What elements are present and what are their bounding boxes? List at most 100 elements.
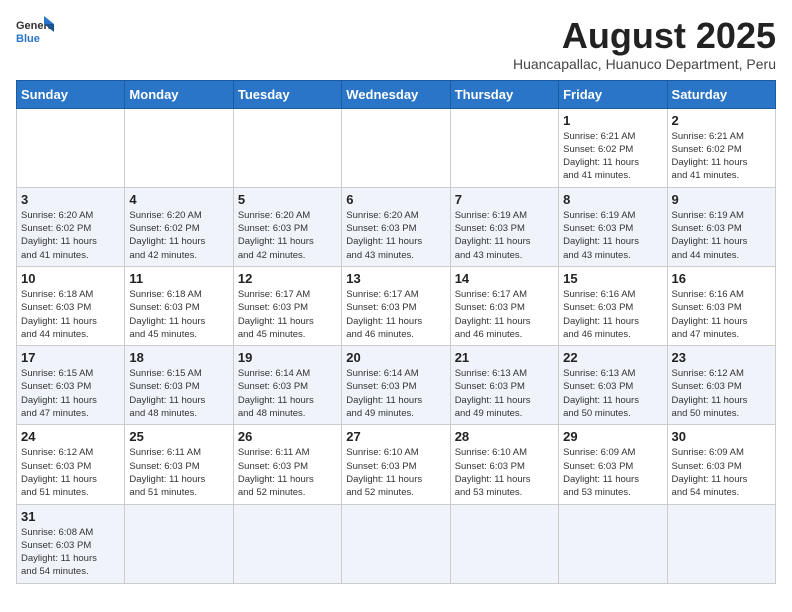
day-info: Sunrise: 6:21 AMSunset: 6:02 PMDaylight:… [672,130,771,183]
day-number: 12 [238,271,337,286]
day-number: 15 [563,271,662,286]
day-info: Sunrise: 6:10 AMSunset: 6:03 PMDaylight:… [346,446,445,499]
day-number: 14 [455,271,554,286]
calendar-day-cell: 19Sunrise: 6:14 AMSunset: 6:03 PMDayligh… [233,346,341,425]
calendar-day-cell: 25 Sunrise: 6:11 AMSunset: 6:03 PMDayligh… [125,425,233,504]
calendar-title: August 2025 [513,16,776,56]
col-header-thursday: Thursday [450,80,558,108]
calendar-week-row: 24 Sunrise: 6:12 AMSunset: 6:03 PMDayligh… [17,425,776,504]
calendar-day-cell [125,504,233,583]
calendar-day-cell: 8 Sunrise: 6:19 AMSunset: 6:03 PMDaylight… [559,187,667,266]
day-info: Sunrise: 6:13 AMSunset: 6:03 PMDaylight:… [455,367,554,420]
day-number: 26 [238,429,337,444]
day-number: 24 [21,429,120,444]
day-info: Sunrise: 6:16 AMSunset: 6:03 PMDaylight:… [563,288,662,341]
day-number: 20 [346,350,445,365]
calendar-day-cell: 4 Sunrise: 6:20 AMSunset: 6:02 PMDaylight… [125,187,233,266]
calendar-day-cell [450,108,558,187]
day-info: Sunrise: 6:11 AMSunset: 6:03 PMDaylight:… [238,446,337,499]
day-number: 9 [672,192,771,207]
calendar-day-cell [667,504,775,583]
day-number: 21 [455,350,554,365]
day-info: Sunrise: 6:20 AMSunset: 6:03 PMDaylight:… [238,209,337,262]
day-number: 6 [346,192,445,207]
calendar-day-cell: 14 Sunrise: 6:17 AMSunset: 6:03 PMDayligh… [450,266,558,345]
calendar-day-cell: 11 Sunrise: 6:18 AMSunset: 6:03 PMDayligh… [125,266,233,345]
col-header-sunday: Sunday [17,80,125,108]
day-number: 27 [346,429,445,444]
calendar-day-cell: 28 Sunrise: 6:10 AMSunset: 6:03 PMDayligh… [450,425,558,504]
col-header-friday: Friday [559,80,667,108]
calendar-day-cell: 24 Sunrise: 6:12 AMSunset: 6:03 PMDayligh… [17,425,125,504]
day-info: Sunrise: 6:09 AMSunset: 6:03 PMDaylight:… [672,446,771,499]
col-header-monday: Monday [125,80,233,108]
day-info: Sunrise: 6:12 AMSunset: 6:03 PMDaylight:… [672,367,771,420]
calendar-week-row: 3 Sunrise: 6:20 AMSunset: 6:02 PMDaylight… [17,187,776,266]
day-number: 18 [129,350,228,365]
day-number: 11 [129,271,228,286]
day-info: Sunrise: 6:15 AMSunset: 6:03 PMDaylight:… [21,367,120,420]
calendar-day-cell [233,108,341,187]
day-info: Sunrise: 6:17 AMSunset: 6:03 PMDaylight:… [455,288,554,341]
calendar-day-cell: 27 Sunrise: 6:10 AMSunset: 6:03 PMDayligh… [342,425,450,504]
day-number: 4 [129,192,228,207]
day-info: Sunrise: 6:19 AMSunset: 6:03 PMDaylight:… [455,209,554,262]
day-number: 19 [238,350,337,365]
day-info: Sunrise: 6:15 AMSunset: 6:03 PMDaylight:… [129,367,228,420]
page-header: General Blue August 2025 Huancapallac, H… [16,16,776,72]
day-number: 23 [672,350,771,365]
day-number: 25 [129,429,228,444]
calendar-week-row: 1 Sunrise: 6:21 AMSunset: 6:02 PMDaylight… [17,108,776,187]
calendar-day-cell: 18 Sunrise: 6:15 AMSunset: 6:03 PMDayligh… [125,346,233,425]
day-info: Sunrise: 6:20 AMSunset: 6:02 PMDaylight:… [129,209,228,262]
day-number: 30 [672,429,771,444]
day-number: 7 [455,192,554,207]
calendar-day-cell: 23 Sunrise: 6:12 AMSunset: 6:03 PMDayligh… [667,346,775,425]
day-info: Sunrise: 6:16 AMSunset: 6:03 PMDaylight:… [672,288,771,341]
day-number: 2 [672,113,771,128]
day-info: Sunrise: 6:12 AMSunset: 6:03 PMDaylight:… [21,446,120,499]
calendar-day-cell: 2 Sunrise: 6:21 AMSunset: 6:02 PMDaylight… [667,108,775,187]
day-number: 1 [563,113,662,128]
calendar-table: SundayMondayTuesdayWednesdayThursdayFrid… [16,80,776,584]
day-info: Sunrise: 6:19 AMSunset: 6:03 PMDaylight:… [672,209,771,262]
day-number: 13 [346,271,445,286]
calendar-day-cell: 6Sunrise: 6:20 AMSunset: 6:03 PMDaylight… [342,187,450,266]
day-info: Sunrise: 6:18 AMSunset: 6:03 PMDaylight:… [129,288,228,341]
day-info: Sunrise: 6:19 AMSunset: 6:03 PMDaylight:… [563,209,662,262]
calendar-day-cell: 30 Sunrise: 6:09 AMSunset: 6:03 PMDayligh… [667,425,775,504]
day-number: 29 [563,429,662,444]
day-info: Sunrise: 6:20 AMSunset: 6:02 PMDaylight:… [21,209,120,262]
day-number: 16 [672,271,771,286]
calendar-day-cell: 3 Sunrise: 6:20 AMSunset: 6:02 PMDaylight… [17,187,125,266]
logo: General Blue [16,16,54,48]
calendar-day-cell [17,108,125,187]
day-info: Sunrise: 6:17 AMSunset: 6:03 PMDaylight:… [346,288,445,341]
calendar-day-cell: 12Sunrise: 6:17 AMSunset: 6:03 PMDayligh… [233,266,341,345]
calendar-day-cell: 16 Sunrise: 6:16 AMSunset: 6:03 PMDayligh… [667,266,775,345]
calendar-day-cell: 22Sunrise: 6:13 AMSunset: 6:03 PMDayligh… [559,346,667,425]
calendar-day-cell: 17Sunrise: 6:15 AMSunset: 6:03 PMDayligh… [17,346,125,425]
day-info: Sunrise: 6:10 AMSunset: 6:03 PMDaylight:… [455,446,554,499]
calendar-day-cell: 1Sunrise: 6:21 AMSunset: 6:02 PMDaylight… [559,108,667,187]
calendar-day-cell: 21 Sunrise: 6:13 AMSunset: 6:03 PMDayligh… [450,346,558,425]
calendar-day-cell: 10Sunrise: 6:18 AMSunset: 6:03 PMDayligh… [17,266,125,345]
day-number: 28 [455,429,554,444]
calendar-day-cell: 15 Sunrise: 6:16 AMSunset: 6:03 PMDayligh… [559,266,667,345]
day-info: Sunrise: 6:14 AMSunset: 6:03 PMDaylight:… [346,367,445,420]
calendar-day-cell: 13 Sunrise: 6:17 AMSunset: 6:03 PMDayligh… [342,266,450,345]
generalblue-logo-icon: General Blue [16,16,54,48]
calendar-day-cell: 26 Sunrise: 6:11 AMSunset: 6:03 PMDayligh… [233,425,341,504]
calendar-day-cell [233,504,341,583]
calendar-day-cell [342,108,450,187]
calendar-week-row: 10Sunrise: 6:18 AMSunset: 6:03 PMDayligh… [17,266,776,345]
calendar-day-cell [450,504,558,583]
day-number: 3 [21,192,120,207]
day-number: 31 [21,509,120,524]
day-number: 8 [563,192,662,207]
calendar-day-cell: 5Sunrise: 6:20 AMSunset: 6:03 PMDaylight… [233,187,341,266]
day-info: Sunrise: 6:08 AMSunset: 6:03 PMDaylight:… [21,526,120,579]
day-info: Sunrise: 6:11 AMSunset: 6:03 PMDaylight:… [129,446,228,499]
calendar-week-row: 31 Sunrise: 6:08 AMSunset: 6:03 PMDayligh… [17,504,776,583]
calendar-subtitle: Huancapallac, Huanuco Department, Peru [513,56,776,72]
